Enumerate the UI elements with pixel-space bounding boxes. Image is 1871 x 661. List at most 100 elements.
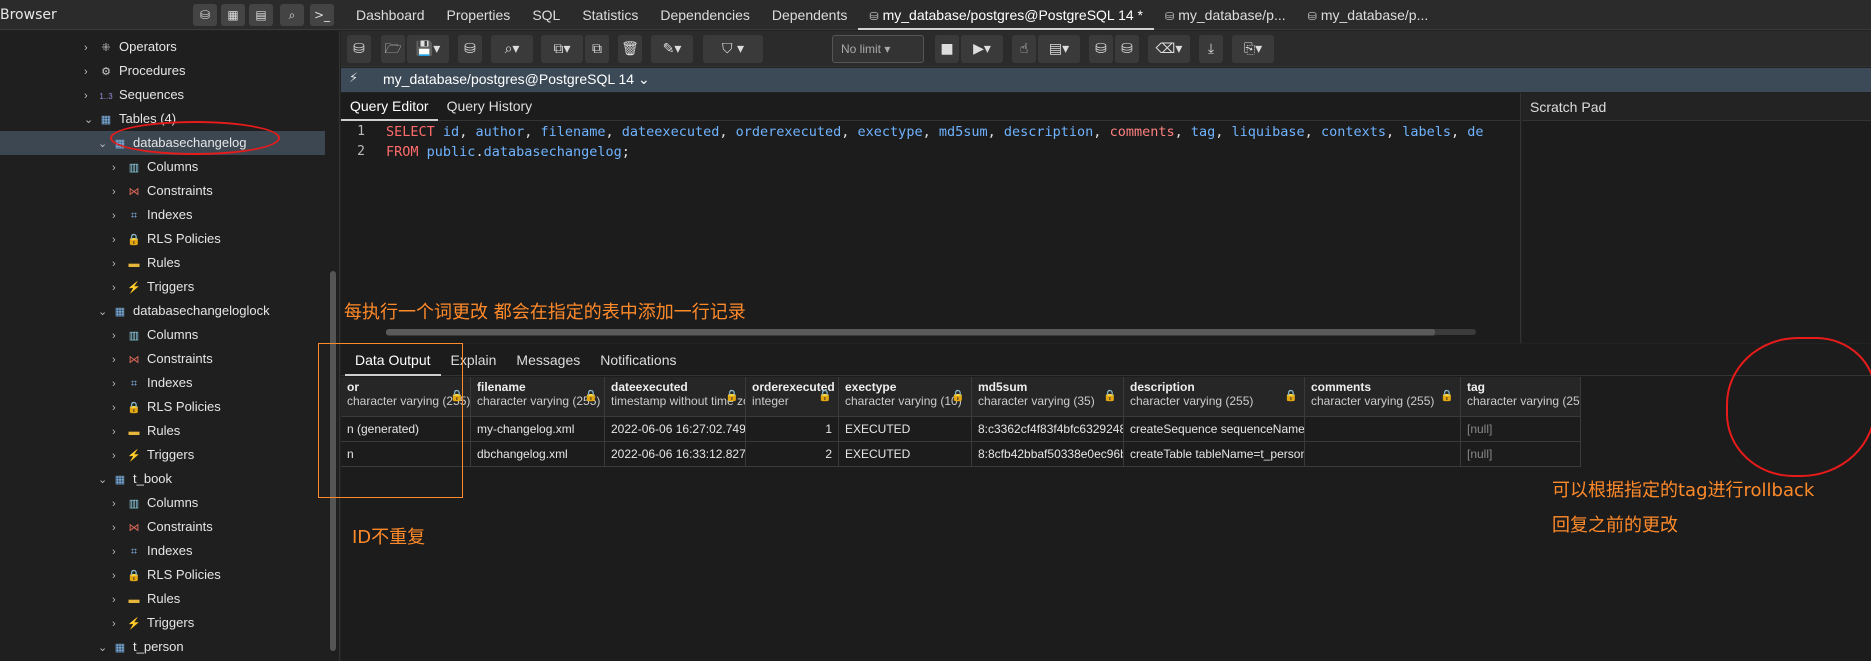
table-cell[interactable]: 8:8cfb42bbaf50338e0ec96b8608229038 <box>972 442 1124 467</box>
tree-item-columns[interactable]: › ▥ Columns <box>112 491 198 515</box>
table-cell[interactable]: EXECUTED <box>839 417 972 442</box>
execute-icon[interactable]: ▶▾ <box>961 35 1003 63</box>
column-header-filename[interactable]: filename character varying (255) 🔒 <box>471 377 605 417</box>
macros-icon[interactable]: ⎘▾ <box>1232 35 1274 63</box>
tree-item-rls-policies[interactable]: › 🔒 RLS Policies <box>112 563 221 587</box>
table-cell[interactable]: 1 <box>746 417 839 442</box>
chevron-right-icon[interactable]: › <box>112 252 126 276</box>
tab-query-editor[interactable]: Query Editor <box>341 93 438 121</box>
connection-select[interactable]: my_database/postgres@PostgreSQL 14 ⌄ <box>383 71 650 88</box>
column-header-orderexecuted[interactable]: orderexecuted integer 🔒 <box>746 377 839 417</box>
tree-item-operators[interactable]: › ⁜ Operators <box>84 35 177 59</box>
tab-properties[interactable]: Properties <box>436 0 522 30</box>
chevron-right-icon[interactable]: › <box>84 84 98 108</box>
tree-item-procedures[interactable]: › ⚙ Procedures <box>84 59 185 83</box>
chevron-right-icon[interactable]: › <box>112 516 126 540</box>
table-cell[interactable]: 2 <box>746 442 839 467</box>
edit-icon[interactable]: ✎▾ <box>651 35 693 63</box>
column-header-comments[interactable]: comments character varying (255) 🔒 <box>1305 377 1461 417</box>
tree-item-rls-policies[interactable]: › 🔒 RLS Policies <box>112 227 221 251</box>
open-file-icon[interactable]: 🗁 <box>381 35 405 63</box>
chevron-right-icon[interactable]: › <box>112 492 126 516</box>
tree-item-rules[interactable]: › ▬ Rules <box>112 419 180 443</box>
tree-item-indexes[interactable]: › ⌗ Indexes <box>112 203 193 227</box>
table-cell[interactable]: my-changelog.xml <box>471 417 605 442</box>
tree-item-constraints[interactable]: › ⋈ Constraints <box>112 515 213 539</box>
column-header-tag[interactable]: tag character varying (25 <box>1461 377 1581 417</box>
tab-sql[interactable]: SQL <box>521 0 571 30</box>
tab-dependents[interactable]: Dependents <box>761 0 859 30</box>
tree-item-indexes[interactable]: › ⌗ Indexes <box>112 539 193 563</box>
tree-item-t-person[interactable]: ⌄ ▦ t_person <box>98 635 184 659</box>
chevron-right-icon[interactable]: › <box>112 204 126 228</box>
column-header-description[interactable]: description character varying (255) 🔒 <box>1124 377 1305 417</box>
table-cell[interactable]: createSequence sequenceName=t_book_seq <box>1124 417 1305 442</box>
paste-icon[interactable]: ⧉ <box>585 35 609 63</box>
chevron-right-icon[interactable]: › <box>112 276 126 300</box>
scrollbar-thumb[interactable] <box>386 329 1436 336</box>
table-cell[interactable]: dbchangelog.xml <box>471 442 605 467</box>
tab-messages[interactable]: Messages <box>506 344 590 376</box>
table-cell[interactable] <box>1305 417 1461 442</box>
table-cell[interactable]: createTable tableName=t_person <box>1124 442 1305 467</box>
stop-icon[interactable]: ■ <box>935 35 959 63</box>
row-limit-select[interactable]: No limit ▾ <box>832 35 924 63</box>
chevron-right-icon[interactable]: › <box>112 348 126 372</box>
tree-item-t-book[interactable]: ⌄ ▦ t_book <box>98 467 172 491</box>
chevron-right-icon[interactable]: › <box>112 564 126 588</box>
chevron-right-icon[interactable]: › <box>112 444 126 468</box>
tab-notifications[interactable]: Notifications <box>590 344 686 376</box>
clear-icon[interactable]: ⌫▾ <box>1148 35 1190 63</box>
table-cell[interactable] <box>1305 442 1461 467</box>
chevron-right-icon[interactable]: › <box>112 180 126 204</box>
download-icon[interactable]: ⤓ <box>1199 35 1223 63</box>
terminal-icon[interactable]: >_ <box>310 4 334 26</box>
tree-item-rls-policies[interactable]: › 🔒 RLS Policies <box>112 395 221 419</box>
explain-analyze-icon[interactable]: ▤▾ <box>1038 35 1080 63</box>
tree-item-columns[interactable]: › ▥ Columns <box>112 155 198 179</box>
column-header-md5sum[interactable]: md5sum character varying (35) 🔒 <box>972 377 1124 417</box>
database-icon[interactable]: ⛁ <box>193 4 217 26</box>
chevron-down-icon[interactable]: ⌄ <box>98 636 112 660</box>
find-icon[interactable]: ⌕▾ <box>491 35 533 63</box>
chevron-right-icon[interactable]: › <box>112 588 126 612</box>
chevron-right-icon[interactable]: › <box>84 36 98 60</box>
chevron-right-icon[interactable]: › <box>112 540 126 564</box>
chevron-right-icon[interactable]: › <box>112 324 126 348</box>
rollback-icon[interactable]: ⛁ <box>1115 35 1139 63</box>
tree-item-triggers[interactable]: › ⚡ Triggers <box>112 443 194 467</box>
column-header-exectype[interactable]: exectype character varying (10) 🔒 <box>839 377 972 417</box>
tree-item-constraints[interactable]: › ⋈ Constraints <box>112 347 213 371</box>
copy-icon[interactable]: ⧉▾ <box>541 35 583 63</box>
table-cell[interactable]: 8:c3362cf4f83f4bfc6329248ad55cd039 <box>972 417 1124 442</box>
tree-item-sequences[interactable]: › 1..3 Sequences <box>84 83 184 107</box>
table-icon[interactable]: ▦ <box>221 4 245 26</box>
save-icon[interactable]: 💾▾ <box>407 35 449 63</box>
chevron-right-icon[interactable]: › <box>112 396 126 420</box>
tree-item-rules[interactable]: › ▬ Rules <box>112 251 180 275</box>
search-icon[interactable]: ⌕ <box>280 4 304 26</box>
chevron-right-icon[interactable]: › <box>112 420 126 444</box>
chevron-right-icon[interactable]: › <box>112 372 126 396</box>
table-cell[interactable]: [null] <box>1461 417 1581 442</box>
chevron-down-icon[interactable]: ⌄ <box>98 468 112 492</box>
chevron-right-icon[interactable]: › <box>112 156 126 180</box>
tree-item-triggers[interactable]: › ⚡ Triggers <box>112 611 194 635</box>
tab-dependencies[interactable]: Dependencies <box>649 0 761 30</box>
tab-query-tool-3[interactable]: ⛁ my_database/p... <box>1297 0 1440 30</box>
tab-query-tool-2[interactable]: ⛁ my_database/p... <box>1154 0 1297 30</box>
commit-icon[interactable]: ⛁ <box>1089 35 1113 63</box>
tree-item-triggers[interactable]: › ⚡ Triggers <box>112 275 194 299</box>
scratch-pad-panel[interactable]: Scratch Pad <box>1522 93 1871 343</box>
connection-icon[interactable]: ⚡ <box>349 71 371 89</box>
delete-icon[interactable]: 🗑 <box>618 35 642 63</box>
tree-item-rules[interactable]: › ▬ Rules <box>112 587 180 611</box>
tab-dashboard[interactable]: Dashboard <box>345 0 436 30</box>
table-cell[interactable]: [null] <box>1461 442 1581 467</box>
table-cell[interactable]: EXECUTED <box>839 442 972 467</box>
tree-item-constraints[interactable]: › ⋈ Constraints <box>112 179 213 203</box>
tab-query-tool-1[interactable]: ⛁ my_database/postgres@PostgreSQL 14 * <box>858 0 1154 30</box>
tab-statistics[interactable]: Statistics <box>571 0 649 30</box>
database-icon[interactable]: ⛁ <box>347 35 371 63</box>
tree-item-indexes[interactable]: › ⌗ Indexes <box>112 371 193 395</box>
